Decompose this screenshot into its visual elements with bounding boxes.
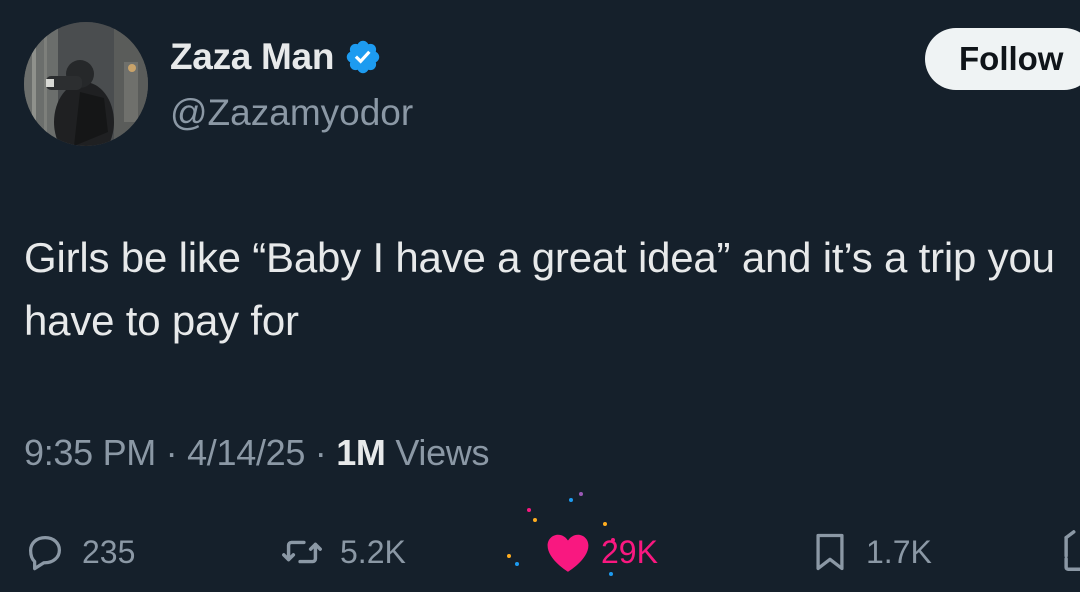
retweet-button[interactable]: 5.2K	[278, 520, 406, 584]
like-count: 29K	[601, 533, 658, 570]
share-button[interactable]	[1058, 520, 1080, 584]
views-label: Views	[395, 432, 490, 473]
author-handle[interactable]: @Zazamyodor	[170, 92, 413, 134]
like-sparkle	[579, 492, 583, 496]
tweet-text: Girls be like “Baby I have a great idea”…	[24, 234, 1055, 344]
reply-icon	[22, 529, 68, 575]
bookmark-icon	[808, 528, 852, 576]
meta-separator: ·	[165, 432, 178, 473]
bookmark-button[interactable]: 1.7K	[808, 520, 932, 584]
tweet-time[interactable]: 9:35 PM	[24, 432, 156, 473]
follow-button[interactable]: Follow	[925, 28, 1080, 90]
like-button[interactable]: 29K	[505, 492, 658, 584]
like-sparkle	[609, 572, 613, 576]
like-sparkle	[515, 562, 519, 566]
share-icon	[1058, 529, 1080, 575]
tweet-date[interactable]: 4/14/25	[187, 432, 305, 473]
retweet-count: 5.2K	[340, 533, 406, 570]
like-sparkle	[533, 518, 537, 522]
bookmark-count: 1.7K	[866, 533, 932, 570]
display-name-text: Zaza Man	[170, 36, 335, 77]
like-sparkle	[611, 538, 615, 542]
author-display-name[interactable]: Zaza Man	[170, 36, 382, 78]
avatar[interactable]	[24, 22, 148, 146]
reply-count: 235	[82, 533, 136, 570]
action-bar: 235 5.2K 29K 1.7K	[0, 492, 1080, 584]
retweet-icon	[278, 529, 326, 575]
reply-button[interactable]: 235	[22, 520, 135, 584]
like-sparkle	[527, 508, 531, 512]
like-sparkle	[569, 498, 573, 502]
heart-icon	[543, 529, 593, 575]
meta-separator: ·	[314, 432, 327, 473]
verified-badge-icon	[344, 38, 382, 76]
like-sparkle	[507, 554, 511, 558]
tweet-meta: 9:35 PM · 4/14/25 · 1M Views	[24, 432, 490, 474]
like-sparkle	[603, 522, 607, 526]
views-count: 1M	[336, 432, 386, 473]
